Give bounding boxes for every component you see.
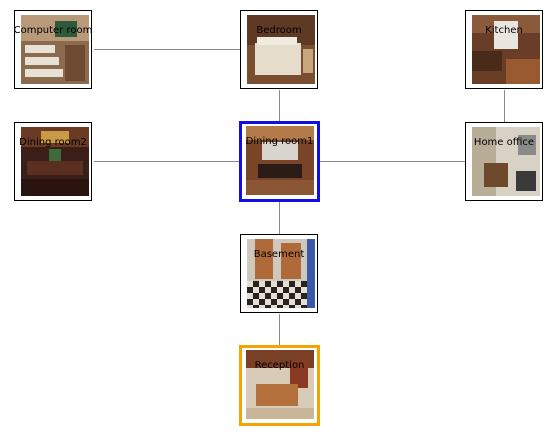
bedroom-image: [247, 15, 315, 84]
room-node-bedroom[interactable]: Bedroom: [240, 10, 318, 89]
room-node-kitchen[interactable]: Kitchen: [465, 10, 543, 89]
room-map: Computer room Bedroom Kitchen Dining roo…: [0, 0, 554, 436]
edge-dining-room2-dining-room1: [94, 161, 240, 162]
edge-dining-room1-home-office: [320, 161, 465, 162]
edge-basement-reception: [279, 314, 280, 346]
edge-computer-room-bedroom: [94, 49, 240, 50]
computer-room-image: [21, 15, 89, 84]
room-node-basement[interactable]: Basement: [240, 234, 318, 313]
room-node-dining-room1[interactable]: Dining room1: [239, 121, 320, 202]
edge-dining-room1-basement: [279, 202, 280, 234]
room-node-reception[interactable]: Reception: [239, 345, 320, 426]
dining-room2-image: [21, 127, 89, 196]
edge-kitchen-home-office: [504, 90, 505, 122]
kitchen-image: [472, 15, 540, 84]
room-node-home-office[interactable]: Home office: [465, 122, 543, 201]
room-node-dining-room2[interactable]: Dining room2: [14, 122, 92, 201]
dining-room1-image: [246, 126, 314, 195]
edge-bedroom-dining-room1: [279, 90, 280, 122]
basement-image: [247, 239, 315, 308]
room-node-computer-room[interactable]: Computer room: [14, 10, 92, 89]
reception-image: [246, 350, 314, 419]
home-office-image: [472, 127, 540, 196]
